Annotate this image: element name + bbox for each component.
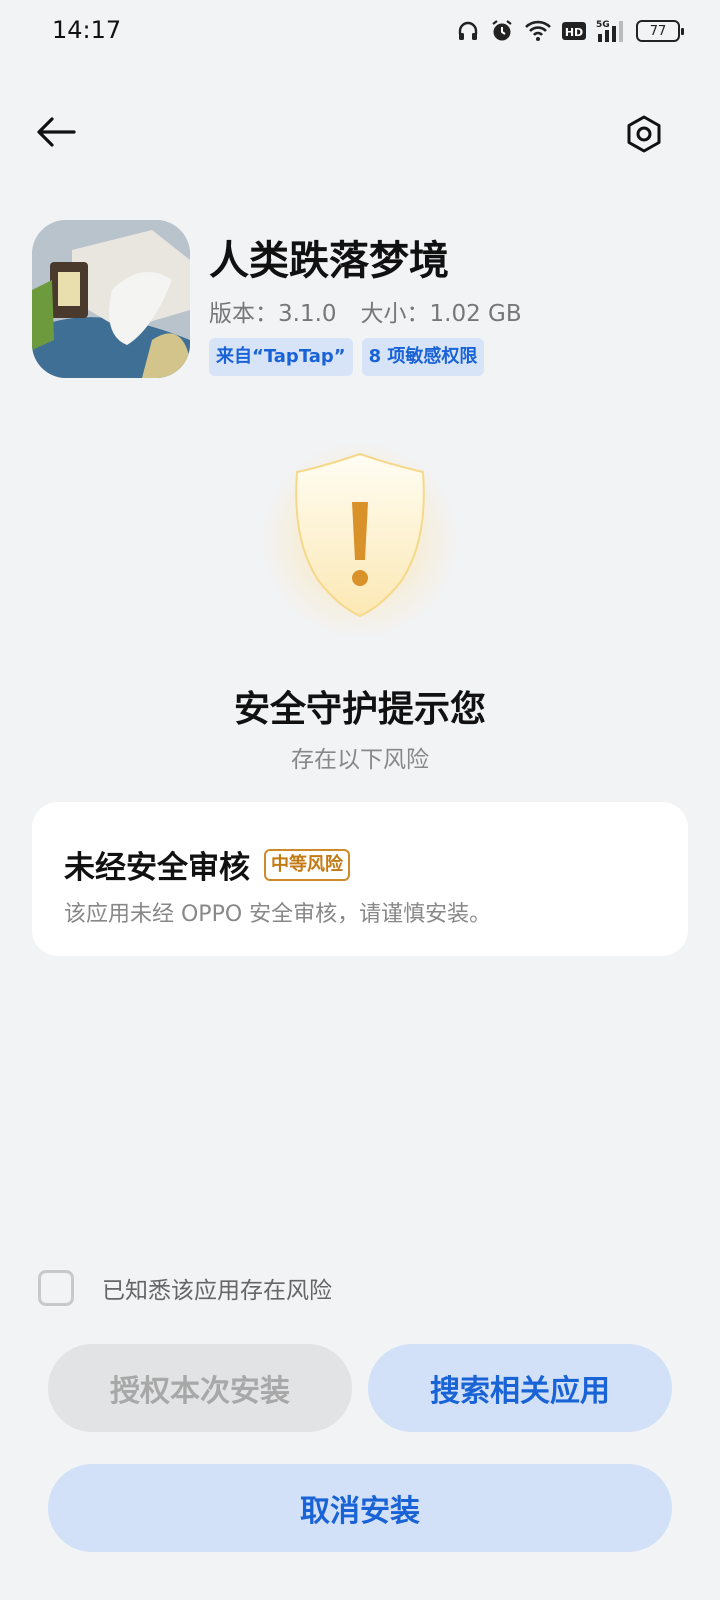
- risk-title: 未经安全审核: [64, 850, 250, 886]
- battery-level: 77: [649, 23, 667, 39]
- risk-description: 该应用未经 OPPO 安全审核，请谨慎安装。: [64, 902, 492, 927]
- status-icons: HD 5G 77: [456, 18, 684, 44]
- wifi-icon: [524, 19, 552, 43]
- battery-icon: 77: [636, 20, 684, 42]
- authorize-install-button[interactable]: 授权本次安装: [48, 1344, 352, 1432]
- status-bar: 14:17 HD 5G 77: [0, 0, 720, 64]
- hd-icon: HD: [562, 21, 586, 41]
- back-button[interactable]: [30, 112, 82, 156]
- status-time: 14:17: [52, 16, 122, 44]
- cancel-install-button[interactable]: 取消安装: [48, 1464, 672, 1552]
- app-header: 人类跌落梦境 版本：3.1.0 大小：1.02 GB 来自“TapTap” 8 …: [32, 220, 692, 380]
- app-tags: 来自“TapTap” 8 项敏感权限: [209, 338, 485, 376]
- security-title: 安全守护提示您: [233, 689, 486, 730]
- app-meta: 版本：3.1.0 大小：1.02 GB: [209, 294, 522, 328]
- risk-level-badge: 中等风险: [264, 848, 350, 881]
- security-subtitle: 存在以下风险: [291, 747, 429, 773]
- app-icon: [32, 220, 190, 378]
- app-name: 人类跌落梦境: [209, 238, 449, 284]
- hd-text: HD: [565, 26, 583, 39]
- headphones-icon: [456, 19, 480, 43]
- arrow-left-icon: [36, 116, 76, 152]
- app-size: 大小：1.02 GB: [360, 301, 522, 327]
- risk-card: 未经安全审核 中等风险 该应用未经 OPPO 安全审核，请谨慎安装。: [32, 802, 688, 956]
- top-bar: [0, 100, 720, 170]
- acknowledge-row[interactable]: 已知悉该应用存在风险: [38, 1270, 332, 1306]
- warning-shield: [230, 430, 490, 650]
- permissions-tag[interactable]: 8 项敏感权限: [361, 338, 485, 376]
- signal-icon: 5G: [596, 18, 626, 44]
- acknowledge-checkbox[interactable]: [38, 1270, 74, 1306]
- network-text: 5G: [596, 20, 610, 30]
- acknowledge-label: 已知悉该应用存在风险: [102, 1278, 332, 1304]
- app-version: 版本：3.1.0: [209, 301, 337, 327]
- source-tag[interactable]: 来自“TapTap”: [209, 338, 353, 376]
- risk-title-row: 未经安全审核 中等风险: [64, 842, 350, 887]
- search-related-apps-button[interactable]: 搜索相关应用: [368, 1344, 672, 1432]
- hexagon-settings-icon: [624, 114, 664, 158]
- settings-button[interactable]: [618, 110, 670, 162]
- alarm-icon: [490, 19, 514, 43]
